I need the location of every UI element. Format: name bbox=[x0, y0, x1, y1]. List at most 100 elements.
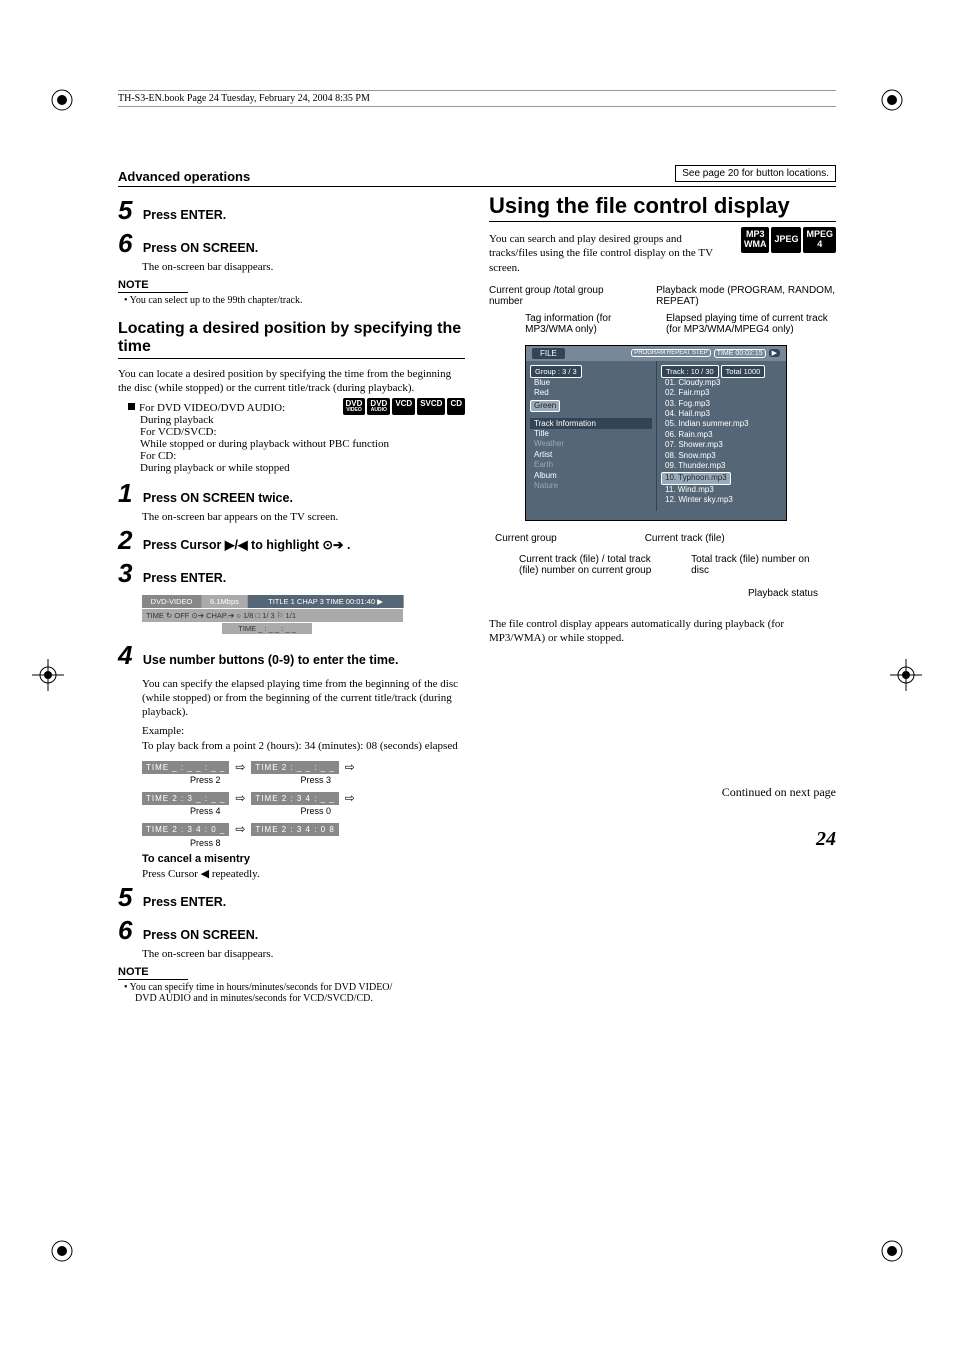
disc-sub: During playback or while stopped bbox=[140, 462, 465, 474]
press-label: Press 8 bbox=[190, 838, 221, 848]
fd-track-item: 09. Thunder.mp3 bbox=[661, 461, 782, 471]
fd-info-item: Earth bbox=[530, 460, 652, 470]
rule bbox=[118, 979, 188, 980]
step-sub: The on-screen bar disappears. bbox=[142, 948, 465, 960]
fd-track-header: Track : 10 / 30 bbox=[661, 365, 719, 378]
book-header-line: TH-S3-EN.book Page 24 Tuesday, February … bbox=[118, 90, 836, 107]
step-text: Press ON SCREEN. bbox=[143, 241, 258, 255]
fd-track-item: 03. Fog.mp3 bbox=[661, 399, 782, 409]
label-tag-info: Tag information (for MP3/WMA only) bbox=[525, 313, 656, 335]
step-number: 3 bbox=[118, 558, 140, 589]
fd-track-item: 02. Fair.mp3 bbox=[661, 388, 782, 398]
example-desc: To play back from a point 2 (hours): 34 … bbox=[142, 739, 465, 753]
button-location-note: See page 20 for button locations. bbox=[675, 165, 836, 182]
note-bullet: • You can specify time in hours/minutes/… bbox=[124, 982, 465, 1004]
step-number: 5 bbox=[118, 882, 140, 913]
fd-track-item: 04. Hail.mp3 bbox=[661, 409, 782, 419]
mp3-wma-badge: MP3WMA bbox=[741, 227, 770, 253]
fd-group-item: Blue bbox=[530, 378, 652, 388]
fd-total-header: Total 1000 bbox=[721, 365, 766, 378]
step-text: Press ENTER. bbox=[143, 895, 226, 909]
mpeg4-badge: MPEG4 bbox=[803, 227, 836, 253]
fd-track-item: 07. Shower.mp3 bbox=[661, 440, 782, 450]
step-sub: The on-screen bar disappears. bbox=[142, 261, 465, 273]
disc-icons: DVDVIDEO DVDAUDIO VCD SVCD CD bbox=[343, 398, 465, 415]
press-label: Press 2 bbox=[190, 775, 221, 785]
reg-mark-icon bbox=[44, 1233, 80, 1269]
fd-track-item: 05. Indian summer.mp3 bbox=[661, 419, 782, 429]
note-heading: NOTE bbox=[118, 966, 465, 978]
disc-sub: While stopped or during playback without… bbox=[140, 438, 465, 450]
fd-group-item: Red bbox=[530, 388, 652, 398]
fd-track-item: 08. Snow.mp3 bbox=[661, 451, 782, 461]
press-label: Press 4 bbox=[190, 806, 221, 816]
example-label: Example: bbox=[142, 725, 465, 737]
dvd-video-icon: DVDVIDEO bbox=[343, 398, 366, 415]
fd-info-item: Nature bbox=[530, 481, 652, 491]
time-entry-step: TIME _ : _ _ : _ _⇨ TIME 2 : _ _ : _ _⇨ bbox=[142, 760, 465, 775]
fd-track-item-selected: 10. Typhoon.mp3 bbox=[661, 472, 731, 484]
label-totaltrack: Total track (file) number on disc bbox=[691, 554, 818, 576]
fd-info-item: Title bbox=[530, 429, 652, 439]
step-body: You can specify the elapsed playing time… bbox=[142, 677, 465, 720]
continued-text: Continued on next page bbox=[489, 785, 836, 800]
step-text: Press ON SCREEN. bbox=[143, 928, 258, 942]
cancel-heading: To cancel a misentry bbox=[142, 853, 465, 865]
arrow-right-icon: ⇨ bbox=[235, 760, 245, 775]
step-text: Press ENTER. bbox=[143, 208, 226, 222]
file-control-display: FILE PROGRAM REPEAT STEP TIME 00:02:15 ▶… bbox=[511, 345, 821, 521]
arrow-right-icon: ⇨ bbox=[345, 760, 355, 775]
step-number: 5 bbox=[118, 195, 140, 226]
reg-mark-icon bbox=[874, 1233, 910, 1269]
arrow-right-icon: ⇨ bbox=[345, 791, 355, 806]
fd-track-item: 11. Wind.mp3 bbox=[661, 485, 782, 495]
fd-track-item: 12. Winter sky.mp3 bbox=[661, 495, 782, 505]
fd-trackinfo-header: Track Information bbox=[530, 418, 652, 429]
onscreen-bar-diagram: DVD-VIDEO 6.1Mbps TITLE 1 CHAP 3 TIME 00… bbox=[142, 595, 465, 634]
disc-context: For CD: bbox=[140, 450, 465, 462]
section-title: Locating a desired position by specifyin… bbox=[118, 320, 465, 356]
fd-time: TIME 00:02:15 bbox=[714, 349, 766, 358]
fd-track-item: 06. Rain.mp3 bbox=[661, 430, 782, 440]
label-playback-mode: Playback mode (PROGRAM, RANDOM, REPEAT) bbox=[656, 285, 836, 307]
outro-text: The file control display appears automat… bbox=[489, 617, 836, 646]
label-curtrack-total: Current track (file) / total track (file… bbox=[519, 554, 671, 576]
fd-modes: PROGRAM REPEAT STEP bbox=[631, 349, 710, 357]
fd-info-item: Artist bbox=[530, 450, 652, 460]
main-heading: Using the file control display bbox=[489, 193, 836, 219]
step-text: Press ENTER. bbox=[143, 571, 226, 585]
cancel-sub: Press Cursor ◀ repeatedly. bbox=[142, 867, 465, 880]
cd-icon: CD bbox=[447, 398, 465, 415]
step-number: 2 bbox=[118, 525, 140, 556]
fd-track-item: 01. Cloudy.mp3 bbox=[661, 378, 782, 388]
play-icon: ▶ bbox=[769, 349, 780, 357]
fd-info-item: Album bbox=[530, 471, 652, 481]
step-number: 4 bbox=[118, 640, 140, 671]
step-number: 6 bbox=[118, 228, 140, 259]
page-number: 24 bbox=[489, 828, 836, 851]
intro-text: You can search and play desired groups a… bbox=[489, 232, 715, 275]
section-body: You can locate a desired position by spe… bbox=[118, 367, 465, 396]
section-header: Advanced operations bbox=[118, 169, 250, 184]
arrow-right-icon: ⇨ bbox=[235, 791, 245, 806]
label-elapsed: Elapsed playing time of current track (f… bbox=[666, 313, 836, 335]
vcd-icon: VCD bbox=[392, 398, 415, 415]
note-heading: NOTE bbox=[118, 279, 465, 291]
fd-group-header: Group : 3 / 3 bbox=[530, 365, 582, 378]
step-sub: The on-screen bar appears on the TV scre… bbox=[142, 511, 465, 523]
step-text: Press Cursor ▶/◀ to highlight ⊙➔ . bbox=[143, 538, 351, 552]
time-entry-step: TIME 2 : 3 _ : _ _⇨ TIME 2 : 3 4 : _ _⇨ bbox=[142, 791, 465, 806]
svcd-icon: SVCD bbox=[417, 398, 445, 415]
jpeg-badge: JPEG bbox=[771, 227, 801, 253]
label-playback-status: Playback status bbox=[489, 588, 818, 599]
step-number: 6 bbox=[118, 915, 140, 946]
step-number: 1 bbox=[118, 478, 140, 509]
fd-file-label: FILE bbox=[532, 348, 565, 359]
rule bbox=[118, 358, 465, 359]
square-bullet-icon bbox=[128, 403, 135, 410]
dvd-audio-icon: DVDAUDIO bbox=[367, 398, 390, 415]
disc-context: For VCD/SVCD: bbox=[140, 426, 465, 438]
step-text: Use number buttons (0-9) to enter the ti… bbox=[143, 653, 399, 667]
time-entry-step: TIME 2 : 3 4 : 0 _⇨ TIME 2 : 3 4 : 0 8 bbox=[142, 822, 465, 837]
label-current-group: Current group bbox=[495, 533, 557, 544]
